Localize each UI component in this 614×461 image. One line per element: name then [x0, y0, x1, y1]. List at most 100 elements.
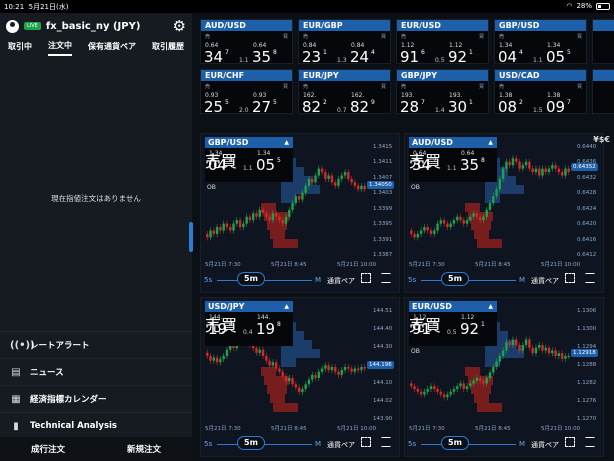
chart-panel[interactable]: GBP/USD ▲ 売買 1.34 04 4 1.1 1.34 05 5 OB 1… — [200, 133, 400, 293]
tile-pair[interactable]: GBP/USD — [495, 20, 586, 31]
y-tick-label: 0.6432 — [577, 174, 597, 181]
rate-tile[interactable]: 0. 85 — [592, 69, 614, 114]
account-name[interactable]: fx_basic_ny (JPY) — [46, 21, 168, 32]
rate-tile[interactable]: 1. 58 — [592, 19, 614, 64]
currency-icon[interactable]: ¥$€ — [593, 135, 610, 144]
chart-panel[interactable]: AUD/USD ▲ 売買 0.64 34 7 1.1 0.64 35 8 OB 0… — [404, 133, 604, 293]
sell-price-big[interactable]: 91 — [400, 48, 419, 66]
sell-price-big[interactable]: 08 — [498, 98, 517, 116]
tile-pair[interactable] — [593, 20, 614, 31]
buy-price-big[interactable]: 24 — [350, 48, 369, 66]
candle-body — [551, 350, 554, 354]
panel-drag-handle[interactable] — [189, 222, 193, 252]
select-area-icon[interactable] — [565, 273, 575, 283]
chart-pair-header[interactable]: GBP/USD ▲ — [205, 137, 293, 148]
buy-price-big[interactable]: 05 — [256, 156, 275, 174]
fullscreen-icon[interactable] — [585, 437, 595, 447]
buy-price-big[interactable]: 05 — [546, 48, 565, 66]
timeframe-slider-thumb[interactable]: 5m — [441, 272, 469, 286]
rate-tile[interactable]: EUR/USD 売買 1.12 91 6 0.5 1.12 92 1 — [396, 19, 489, 66]
buy-price-big[interactable]: 92 — [448, 48, 467, 66]
market-order-button[interactable]: 成行注文 — [31, 443, 65, 455]
fullscreen-icon[interactable] — [381, 273, 391, 283]
order-book-label: OB — [207, 184, 216, 191]
sell-price-big[interactable]: 82 — [302, 98, 321, 116]
rate-tile[interactable]: EUR/JPY 売買 162. 82 2 0.7 162. 82 9 — [298, 69, 391, 116]
tile-pair[interactable]: AUD/USD — [201, 20, 292, 31]
chart-pair-header[interactable]: USD/JPY ▲ — [205, 301, 293, 312]
rate-tile[interactable]: AUD/USD 売買 0.64 34 7 1.1 0.64 35 8 — [200, 19, 293, 66]
buy-price-big[interactable]: 35 — [460, 156, 479, 174]
timeframe-slider-thumb[interactable]: 5m — [237, 436, 265, 450]
tile-pair[interactable]: EUR/CHF — [201, 70, 292, 81]
menu-rate-alert[interactable]: ((•)) レートアラート — [0, 331, 192, 358]
tab-history[interactable]: 取引履歴 — [152, 41, 184, 55]
tab-orders[interactable]: 注文中 — [48, 40, 72, 56]
rate-tile[interactable]: GBP/USD 売買 1.34 04 4 1.1 1.34 05 5 — [494, 19, 587, 66]
menu-technical-analysis[interactable]: ▮ Technical Analysis — [0, 412, 192, 439]
tile-pair[interactable] — [593, 70, 614, 81]
sell-price-big[interactable]: 23 — [302, 48, 321, 66]
currency-pair-button[interactable]: 通貨ペア — [327, 276, 355, 286]
spread-value: 1.1 — [447, 165, 457, 172]
currency-pair-button[interactable]: 通貨ペア — [531, 440, 559, 450]
candle-body — [528, 339, 531, 348]
tile-pair[interactable]: EUR/JPY — [299, 70, 390, 81]
rate-tile[interactable]: EUR/GBP 売買 0.84 23 1 1.3 0.84 24 4 — [298, 19, 391, 66]
buy-price-big[interactable]: 27 — [252, 98, 271, 116]
user-icon[interactable] — [6, 19, 19, 33]
tile-pair[interactable]: USD/CAD — [495, 70, 586, 81]
candle-body — [419, 391, 423, 395]
currency-pair-button[interactable]: 通貨ペア — [531, 276, 559, 286]
sell-price-big[interactable]: 34 — [412, 156, 431, 174]
currency-pair-button[interactable]: 通貨ペア — [327, 440, 355, 450]
timeframe-slider-thumb[interactable]: 5m — [441, 436, 469, 450]
gear-icon[interactable]: ⚙ — [173, 18, 186, 34]
buy-price-big[interactable]: 09 — [546, 98, 565, 116]
buy-price-big[interactable]: 92 — [460, 320, 479, 338]
sell-price-big[interactable]: 91 — [412, 320, 431, 338]
sell-price-big[interactable]: 04 — [208, 156, 227, 174]
tab-positions[interactable]: 取引中 — [8, 41, 32, 55]
buy-price-big[interactable]: 35 — [252, 48, 271, 66]
timeframe-slider-thumb[interactable]: 5m — [237, 272, 265, 286]
candle-body — [528, 161, 531, 169]
menu-economic-calendar[interactable]: ▦ 経済指標カレンダー — [0, 385, 192, 412]
candle-body — [560, 172, 564, 176]
chart-pair: GBP/USD — [208, 138, 249, 147]
fullscreen-icon[interactable] — [585, 273, 595, 283]
tile-pair[interactable]: GBP/JPY — [397, 70, 488, 81]
sell-price-big[interactable]: 28 — [400, 98, 419, 116]
sell-price-big[interactable]: 04 — [498, 48, 517, 66]
buy-price-big[interactable]: 19 — [256, 320, 275, 338]
rate-tile[interactable]: EUR/CHF 売買 0.93 25 5 2.0 0.93 27 5 — [200, 69, 293, 116]
rate-tile[interactable]: GBP/JPY 売買 193. 28 7 1.4 193. 30 1 — [396, 69, 489, 116]
select-area-icon[interactable] — [361, 437, 371, 447]
fullscreen-icon[interactable] — [381, 437, 391, 447]
sell-price-big[interactable]: 19 — [208, 320, 227, 338]
new-order-button[interactable]: 新規注文 — [127, 443, 161, 455]
candle-body — [301, 389, 304, 393]
candle-body — [334, 367, 337, 372]
tab-holdings[interactable]: 保有通貨ペア — [88, 41, 136, 55]
buy-price-big[interactable]: 82 — [350, 98, 369, 116]
tile-pair[interactable]: EUR/USD — [397, 20, 488, 31]
buy-price-big[interactable]: 30 — [448, 98, 467, 116]
x-tick-label: 5月21日 7:30 — [409, 262, 445, 268]
sell-price-big[interactable]: 34 — [204, 48, 223, 66]
candle-body — [360, 185, 363, 190]
candle-body — [521, 165, 524, 169]
candle-body — [261, 209, 265, 214]
select-area-icon[interactable] — [361, 273, 371, 283]
chart-panel[interactable]: USD/JPY ▲ 売買 144. 19 4 0.4 144. 19 8 144.… — [200, 297, 400, 457]
menu-news[interactable]: ▤ ニュース — [0, 358, 192, 385]
candle-body — [294, 384, 298, 388]
rate-tile[interactable]: USD/CAD 売買 1.38 08 2 1.5 1.38 09 7 — [494, 69, 587, 116]
chart-pair-header[interactable]: EUR/USD ▲ — [409, 301, 497, 312]
order-book-label: OB — [411, 348, 420, 355]
select-area-icon[interactable] — [565, 437, 575, 447]
chart-panel[interactable]: EUR/USD ▲ 売買 1.12 91 6 0.5 1.12 92 1 OB 1… — [404, 297, 604, 457]
chart-pair-header[interactable]: AUD/USD ▲ — [409, 137, 497, 148]
tile-pair[interactable]: EUR/GBP — [299, 20, 390, 31]
sell-price-big[interactable]: 25 — [204, 98, 223, 116]
